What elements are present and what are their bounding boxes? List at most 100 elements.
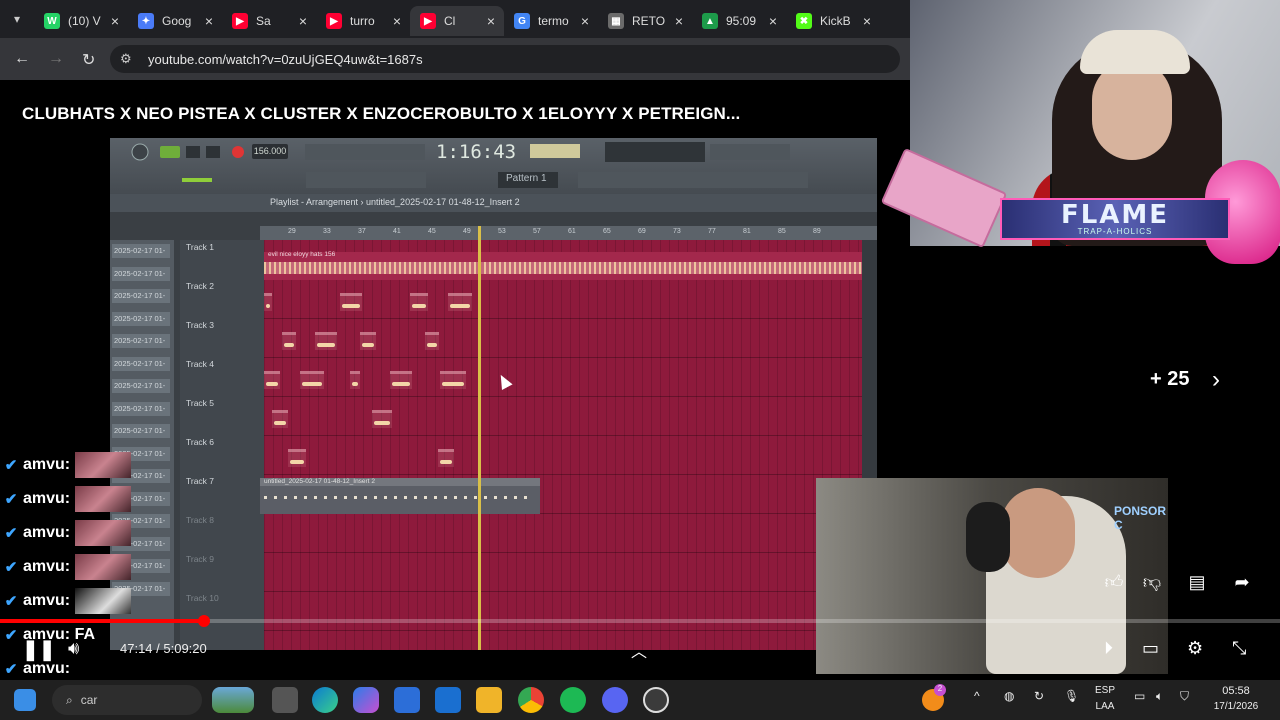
fl-track-label[interactable]: Track 4 (186, 359, 214, 369)
tab-close-icon[interactable]: × (108, 13, 122, 29)
fl-browser-item[interactable]: 2025-02-17 01- (112, 356, 170, 371)
weather-widget-icon[interactable] (212, 687, 254, 713)
tab-close-icon[interactable]: × (390, 13, 404, 29)
volume-icon[interactable]: 🔊︎ (68, 638, 79, 659)
fl-audio-clip[interactable] (264, 293, 272, 311)
fl-browser-item[interactable]: 2025-02-17 01- (112, 379, 170, 393)
browser-tab[interactable]: ✖ KickB × (786, 6, 880, 36)
pause-icon[interactable]: ❚❚ (22, 637, 56, 662)
fl-audio-clip[interactable] (288, 449, 306, 467)
comments-icon[interactable]: ▤ (1183, 568, 1211, 596)
taskbar-search[interactable]: ⌕ car (52, 685, 202, 715)
site-info-icon[interactable]: ⚙ (120, 51, 138, 67)
copilot-icon[interactable] (353, 687, 379, 713)
browser-tab[interactable]: ▶ Sa × (222, 6, 316, 36)
browser-tab[interactable]: ✦ Goog × (128, 6, 222, 36)
clock-date[interactable]: 17/1/2026 (1206, 701, 1266, 712)
forward-icon[interactable]: → (48, 50, 64, 68)
fl-audio-clip[interactable] (350, 371, 360, 389)
chevron-up-icon[interactable]: ︿ (631, 638, 647, 662)
task-view-icon[interactable] (272, 687, 298, 713)
tray-sync-icon[interactable]: ↻ (1034, 689, 1044, 703)
fl-browser-item[interactable]: 2025-02-17 01- (112, 334, 170, 348)
fl-track-label[interactable]: Track 3 (186, 320, 214, 330)
browser-tab[interactable]: Gtermo × (504, 6, 598, 36)
region-indicator[interactable]: LAA (1092, 701, 1118, 712)
tab-close-icon[interactable]: × (296, 13, 310, 29)
fl-audio-clip[interactable] (438, 449, 454, 467)
clock-time[interactable]: 05:58 (1206, 685, 1266, 697)
like-icon[interactable]: 👍︎ (1100, 568, 1128, 596)
autoplay-toggle[interactable]: ⏵ (1104, 638, 1113, 659)
outlook-icon[interactable] (435, 687, 461, 713)
fl-browser-item[interactable]: 2025-02-17 01- (112, 244, 170, 258)
fl-audio-clip[interactable] (340, 293, 362, 311)
fl-audio-clip[interactable] (410, 293, 428, 311)
tab-close-icon[interactable]: × (578, 13, 592, 29)
fl-audio-clip[interactable] (300, 371, 324, 389)
fl-tempo[interactable]: 156.000 (252, 144, 288, 159)
fl-track-label[interactable]: Track 8 (186, 515, 214, 525)
next-arrow-icon[interactable]: › (1212, 366, 1220, 394)
fl-audio-clip[interactable] (360, 332, 376, 350)
fl-audio-clip[interactable] (390, 371, 412, 389)
fl-audio-clip[interactable] (440, 371, 466, 389)
reload-icon[interactable]: ↻ (82, 50, 95, 70)
tray-overflow-icon[interactable]: ^ (974, 689, 980, 703)
fl-browser-item[interactable]: 2025-02-17 01- (112, 424, 170, 438)
edge-icon[interactable] (312, 687, 338, 713)
windows-start-icon[interactable] (14, 689, 36, 711)
progress-bar[interactable] (0, 615, 1280, 627)
microphone-icon[interactable]: 🎙︎ (1064, 689, 1079, 703)
fl-browser-item[interactable]: 2025-02-17 01- (112, 266, 170, 281)
dislike-icon[interactable]: 👎︎ (1138, 568, 1166, 596)
file-explorer-icon[interactable] (476, 687, 502, 713)
tab-search-icon[interactable]: ▾ (0, 0, 34, 38)
fl-browser-item[interactable]: 2025-02-17 01- (112, 289, 170, 303)
discord-icon[interactable] (602, 687, 628, 713)
fl-track-label[interactable]: Track 7 (186, 476, 214, 486)
speaker-icon[interactable]: 🔈︎ (1156, 689, 1163, 704)
exit-fullscreen-icon[interactable]: ⤡ (1232, 638, 1246, 659)
network-icon[interactable]: ⛉ (1180, 689, 1189, 704)
fl-audio-clip[interactable] (272, 410, 288, 428)
tray-app-icon[interactable]: ◍ (1004, 689, 1014, 703)
fl-track-label[interactable]: Track 5 (186, 398, 214, 408)
settings-gear-icon[interactable]: ⚙ (1187, 638, 1203, 659)
tab-close-icon[interactable]: × (860, 13, 874, 29)
fl-playhead[interactable] (478, 226, 481, 650)
browser-tab[interactable]: W (10) V × (34, 6, 128, 36)
fl-browser-item[interactable]: 2025-02-17 01- (112, 401, 170, 416)
fl-audio-clip[interactable] (448, 293, 472, 311)
fl-browser-item[interactable]: 2025-02-17 01- (112, 311, 170, 326)
fl-audio-clip[interactable] (315, 332, 337, 350)
browser-tab[interactable]: ▲ 95:09 × (692, 6, 786, 36)
fl-track-label[interactable]: Track 2 (186, 281, 214, 291)
fl-audio-clip[interactable] (282, 332, 296, 350)
tab-close-icon[interactable]: × (484, 13, 498, 29)
steam-icon[interactable] (643, 687, 669, 713)
url-text[interactable]: youtube.com/watch?v=0zuUjGEQ4uw&t=1687s (148, 52, 423, 67)
tab-close-icon[interactable]: × (766, 13, 780, 29)
more-videos-count[interactable]: + 25 (1150, 368, 1189, 391)
browser-tab[interactable]: ▶ Cl × (410, 6, 504, 36)
spotify-icon[interactable] (560, 687, 586, 713)
tab-close-icon[interactable]: × (672, 13, 686, 29)
browser-tab[interactable]: ▦ RETO × (598, 6, 692, 36)
fl-audio-clip[interactable] (425, 332, 439, 350)
store-icon[interactable] (394, 687, 420, 713)
fl-pattern-selector[interactable]: Pattern 1 (506, 173, 547, 184)
fl-audio-clip[interactable] (372, 410, 392, 428)
share-icon[interactable]: ➦ (1228, 568, 1256, 596)
fl-track-label[interactable]: Track 9 (186, 554, 214, 564)
omnibox[interactable]: ⚙ youtube.com/watch?v=0zuUjGEQ4uw&t=1687… (110, 45, 900, 73)
back-icon[interactable]: ← (14, 50, 30, 68)
subtitles-icon[interactable]: ▭ (1142, 638, 1159, 659)
display-icon[interactable]: ▭ (1134, 689, 1145, 703)
fl-track-label[interactable]: Track 1 (186, 242, 214, 252)
chrome-icon[interactable] (518, 687, 544, 713)
tab-close-icon[interactable]: × (202, 13, 216, 29)
browser-tab[interactable]: ▶ turro × (316, 6, 410, 36)
progress-scrubber[interactable] (198, 615, 210, 627)
fl-audio-clip[interactable] (264, 371, 280, 389)
